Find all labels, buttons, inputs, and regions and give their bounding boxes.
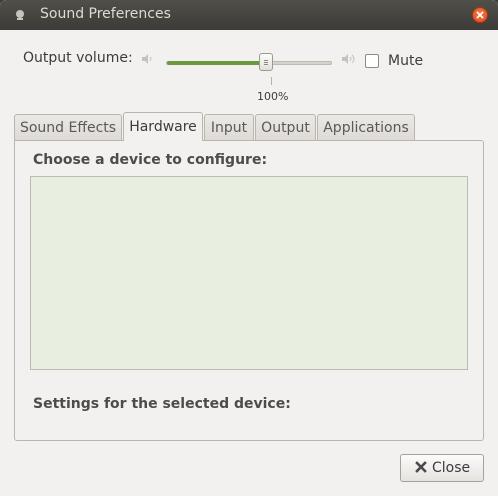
x-icon [415,461,427,473]
device-settings-label: Settings for the selected device: [33,396,291,412]
mute-label[interactable]: Mute [388,53,423,69]
window-close-button[interactable] [472,7,488,23]
window-title: Sound Preferences [40,6,171,22]
volume-slider[interactable] [166,61,332,65]
close-icon [476,11,484,19]
speaker-high-icon [342,54,355,64]
speaker-low-icon [142,54,152,64]
volume-slider-fill [167,61,267,65]
device-list[interactable] [30,176,468,370]
app-icon [16,10,24,20]
title-bar[interactable]: Sound Preferences [0,0,498,30]
volume-slider-handle[interactable] [259,53,273,71]
tab-applications[interactable]: Applications [317,114,415,140]
tab-input[interactable]: Input [204,114,254,140]
tab-output[interactable]: Output [255,114,316,140]
close-button-label: Close [432,460,471,476]
tab-sound-effects[interactable]: Sound Effects [14,114,122,140]
choose-device-label: Choose a device to configure: [33,152,268,168]
tab-hardware[interactable]: Hardware [123,112,203,141]
mute-checkbox[interactable] [365,54,379,68]
output-volume-label: Output volume: [23,50,133,66]
close-button[interactable]: Close [400,454,484,482]
volume-percent-label: 100% [257,90,289,103]
sound-preferences-window: Sound Preferences Output volume: 100% Mu… [0,0,498,496]
volume-tick-mark [271,77,272,85]
